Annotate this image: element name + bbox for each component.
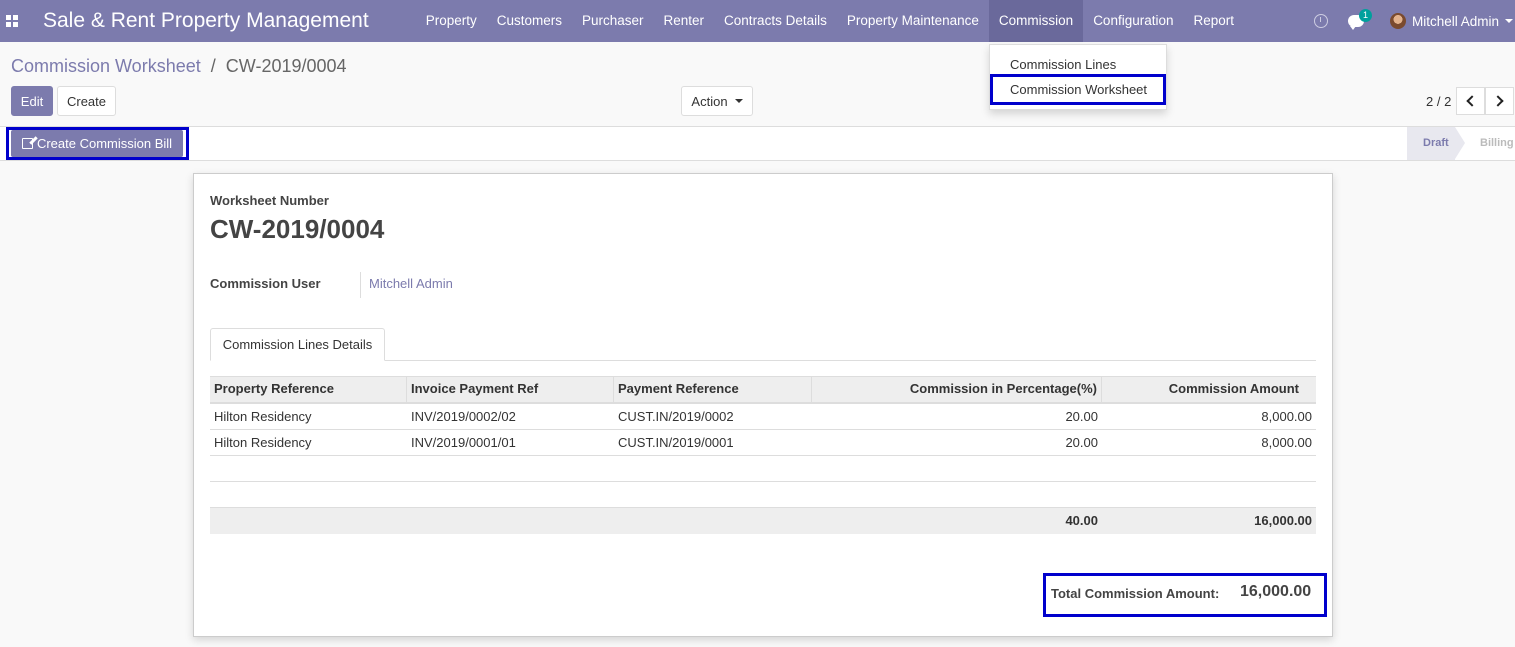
menu-renter[interactable]: Renter: [654, 0, 715, 42]
cell-invoice-payment-ref: INV/2019/0001/01: [411, 435, 516, 450]
menu-commission[interactable]: Commission: [988, 0, 1084, 42]
pager-previous-button[interactable]: [1456, 87, 1485, 115]
table-row[interactable]: Hilton Residency INV/2019/0002/02 CUST.I…: [210, 404, 1316, 430]
action-label: Action: [691, 93, 728, 109]
footer-cell-empty: [614, 508, 812, 534]
cell-commission-amount: 8,000.00: [1261, 409, 1312, 424]
cell-commission-amount: 8,000.00: [1261, 435, 1312, 450]
menu-customers[interactable]: Customers: [487, 0, 572, 42]
chat-icon[interactable]: 1: [1347, 9, 1372, 30]
table-footer-row: 40.00 16,000.00: [210, 508, 1316, 534]
col-commission-amount[interactable]: Commission Amount: [1102, 377, 1316, 402]
dropdown-commission-lines[interactable]: Commission Lines: [1010, 57, 1116, 72]
cell-property-reference: Hilton Residency: [214, 435, 312, 450]
menu-report[interactable]: Report: [1184, 0, 1245, 42]
highlight-commission-worksheet: [990, 74, 1166, 105]
cell-property-reference: Hilton Residency: [214, 409, 312, 424]
field-divider: [360, 272, 361, 298]
main-menu: Property Customers Purchaser Renter Cont…: [416, 0, 1244, 42]
col-property-reference[interactable]: Property Reference: [210, 377, 407, 402]
cell-commission-percentage: 20.00: [1065, 409, 1098, 424]
breadcrumb-current: CW-2019/0004: [225, 56, 347, 76]
menu-contracts-details[interactable]: Contracts Details: [714, 0, 837, 42]
form-statusbar: Create Commission Bill Draft Billing: [0, 126, 1515, 161]
stage-billing[interactable]: Billing: [1480, 127, 1514, 160]
activity-clock-icon[interactable]: [1313, 14, 1328, 28]
chat-badge: 1: [1358, 9, 1372, 22]
user-caret-down-icon[interactable]: [1505, 19, 1513, 23]
empty-row: [210, 456, 1316, 482]
worksheet-number-label: Worksheet Number: [210, 193, 329, 208]
footer-cell-empty: [210, 508, 407, 534]
tab-commission-lines-details[interactable]: Commission Lines Details: [210, 328, 385, 361]
action-caret-icon: [734, 99, 743, 103]
breadcrumb: Commission Worksheet / CW-2019/0004: [11, 56, 347, 77]
cell-invoice-payment-ref: INV/2019/0002/02: [411, 409, 516, 424]
highlight-total-commission: [1043, 573, 1327, 617]
pager-next-button[interactable]: [1485, 87, 1514, 115]
menu-purchaser[interactable]: Purchaser: [572, 0, 654, 42]
commission-user-label: Commission User: [210, 276, 321, 291]
menu-property[interactable]: Property: [416, 0, 487, 42]
breadcrumb-parent[interactable]: Commission Worksheet: [11, 56, 201, 76]
footer-percentage-total: 40.00: [1065, 513, 1098, 528]
stage-draft[interactable]: Draft: [1407, 127, 1455, 160]
user-avatar[interactable]: [1389, 13, 1406, 29]
col-commission-percentage[interactable]: Commission in Percentage(%): [812, 377, 1102, 402]
cell-payment-reference: CUST.IN/2019/0001: [618, 435, 734, 450]
menu-configuration[interactable]: Configuration: [1083, 0, 1183, 42]
apps-menu-icon[interactable]: [0, 0, 24, 42]
worksheet-number-value: CW-2019/0004: [210, 214, 385, 244]
empty-row: [210, 482, 1316, 508]
table-row[interactable]: Hilton Residency INV/2019/0001/01 CUST.I…: [210, 430, 1316, 456]
col-payment-reference[interactable]: Payment Reference: [614, 377, 812, 402]
chevron-right-icon: [1492, 95, 1504, 107]
cell-commission-percentage: 20.00: [1065, 435, 1098, 450]
app-brand[interactable]: Sale & Rent Property Management: [43, 9, 369, 33]
top-navbar: Sale & Rent Property Management Property…: [0, 0, 1515, 42]
footer-amount-total: 16,000.00: [1254, 513, 1312, 528]
edit-button[interactable]: Edit: [11, 86, 53, 116]
menu-property-maintenance[interactable]: Property Maintenance: [837, 0, 989, 42]
commission-user-link[interactable]: Mitchell Admin: [369, 276, 453, 291]
chevron-left-icon: [1466, 95, 1478, 107]
table-header-row: Property Reference Invoice Payment Ref P…: [210, 376, 1316, 404]
pager-value: 2 / 2: [1426, 94, 1452, 109]
highlight-create-bill: [6, 127, 189, 160]
create-button[interactable]: Create: [57, 86, 116, 116]
systray: 1 Mitchell Admin: [1313, 0, 1515, 42]
cell-payment-reference: CUST.IN/2019/0002: [618, 409, 734, 424]
form-sheet: Worksheet Number CW-2019/0004 Commission…: [193, 173, 1333, 637]
action-dropdown-button[interactable]: Action: [681, 86, 753, 116]
user-menu-name[interactable]: Mitchell Admin: [1412, 14, 1499, 29]
stage-arrow: [1455, 127, 1465, 159]
footer-cell-empty: [407, 508, 614, 534]
col-invoice-payment-ref[interactable]: Invoice Payment Ref: [407, 377, 614, 402]
breadcrumb-separator: /: [210, 56, 216, 76]
